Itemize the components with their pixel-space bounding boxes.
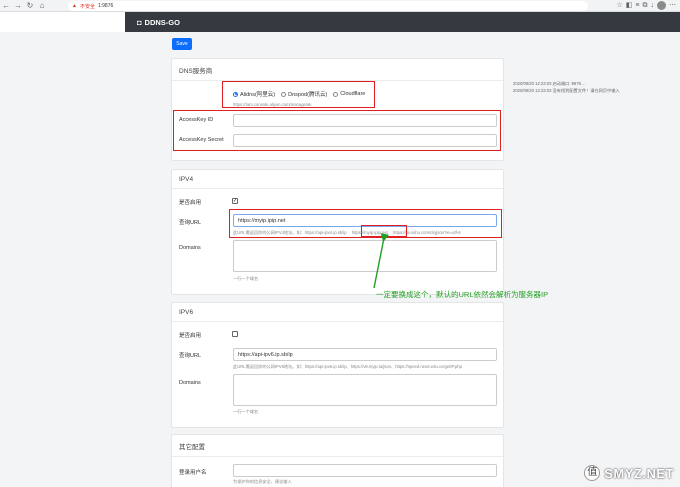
ipv6-domains-textarea[interactable] <box>233 374 497 406</box>
star-icon[interactable]: ☆ <box>617 1 623 11</box>
other-config-card: 其它配置 <box>171 434 504 487</box>
watermark-text: SMYZ.NET <box>604 465 674 481</box>
extension-icon[interactable]: ◧ <box>626 1 633 11</box>
highlight-box-provider <box>222 81 375 108</box>
browser-toolbar: ← → ↻ ⌂ ▲ 不安全 1 : 9876 ☆ ◧ ≡ ⧉ ↓ ⋯ <box>0 0 680 12</box>
ipv6-enabled-label: 是否启用 <box>179 333 202 339</box>
home-icon[interactable]: ⌂ <box>36 0 48 12</box>
ipv6-query-url-label: 查询URL <box>179 353 202 359</box>
app-navbar: ◘ DDNS-GO <box>125 12 680 32</box>
reload-icon[interactable]: ↻ <box>24 0 36 12</box>
collections-icon[interactable]: ⧉ <box>643 1 648 11</box>
more-icon[interactable]: ⋯ <box>669 1 676 11</box>
ipv6-query-hint: 此URL需返回你的公网IPV6地址。如：https://api-ipv6.ip.… <box>233 364 462 369</box>
highlight-box-access-keys <box>173 110 501 151</box>
avatar[interactable] <box>657 1 666 10</box>
insecure-label: 不安全 <box>79 3 95 10</box>
ipv6-domains-label: Domains <box>179 380 201 386</box>
highlight-box-ipip <box>361 225 407 237</box>
ipv4-domains-textarea[interactable] <box>233 240 497 272</box>
username-input[interactable] <box>233 464 497 477</box>
watermark: 值 SMYZ.NET <box>584 465 674 481</box>
address-bar[interactable]: ▲ 不安全 1 : 9876 <box>68 1 588 11</box>
other-config-title: 其它配置 <box>172 435 503 457</box>
menu-icon[interactable]: ≡ <box>635 1 639 11</box>
ipv4-enabled-checkbox[interactable]: ✓ <box>232 198 238 204</box>
username-hint: 为保护你的信息安全，建议输入 <box>233 479 292 484</box>
url-port: 9876 <box>102 3 114 9</box>
ipv6-enabled-checkbox[interactable] <box>232 331 238 337</box>
ipv6-title: IPV6 <box>172 303 503 322</box>
dns-provider-title: DNS服务商 <box>172 59 503 81</box>
ipv6-domains-hint: 一行一个域名 <box>233 409 259 414</box>
log-line: 2020/09/20 12:23:03 没有找到配置文件！请在网页中输入 <box>513 88 620 93</box>
username-label: 登录用户名 <box>179 470 207 476</box>
ipv4-domains-label: Domains <box>179 245 201 251</box>
ipv4-enabled-label: 是否启用 <box>179 200 202 206</box>
annotation-text: 一定要换成这个，默认的URL依然会解析为服务器IP <box>376 290 549 299</box>
ipv4-query-url-label: 查询URL <box>179 220 202 226</box>
camera-icon: ◘ <box>137 17 142 27</box>
ipv4-domains-hint: 一行一个域名 <box>233 276 259 281</box>
save-button[interactable]: Save <box>172 38 192 50</box>
app-title[interactable]: ◘ DDNS-GO <box>137 18 180 27</box>
back-icon[interactable]: ← <box>0 0 12 12</box>
ipv6-query-url-input[interactable]: https://api-ipv6.ip.sb/ip <box>233 348 497 361</box>
forward-icon[interactable]: → <box>12 0 24 12</box>
downloads-icon[interactable]: ↓ <box>651 1 655 11</box>
log-line: 2020/09/20 12:23:03 启动端口 :9876 ... <box>513 81 586 86</box>
smyz-logo-icon: 值 <box>584 465 601 481</box>
warning-icon: ▲ <box>72 3 77 9</box>
ipv4-title: IPV4 <box>172 170 503 189</box>
